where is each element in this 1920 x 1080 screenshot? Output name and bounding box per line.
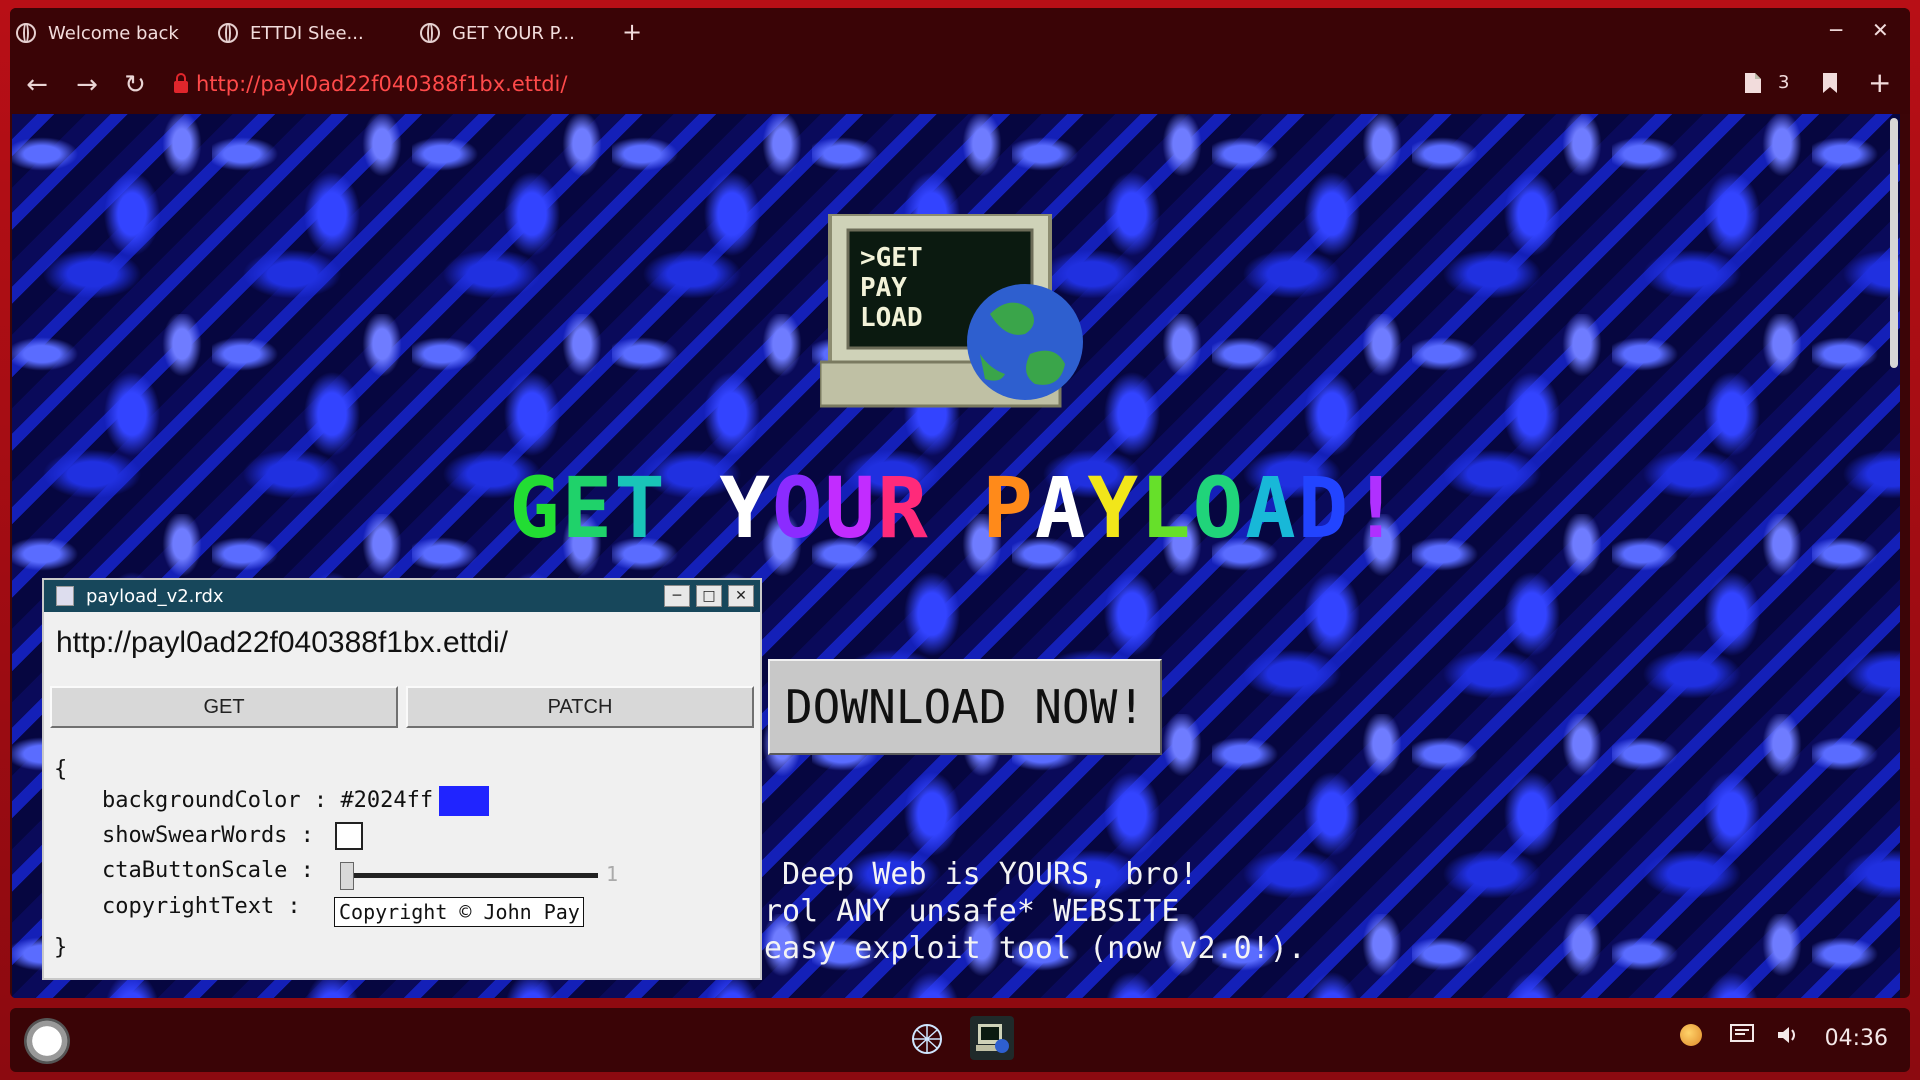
patch-button[interactable]: PATCH xyxy=(406,686,754,728)
add-button[interactable]: + xyxy=(1868,66,1891,99)
globe-icon xyxy=(420,23,440,43)
field-key: showSwearWords xyxy=(102,823,288,848)
tagline-line: rol ANY unsafe* WEBSITE xyxy=(764,894,1180,929)
browser-toolbar: ← → ↻ http://payl0ad22f040388f1bx.ettdi/… xyxy=(10,58,1910,114)
computer-globe-logo: >GET PAY LOAD xyxy=(818,212,1100,414)
field-key: ctaButtonScale xyxy=(102,858,288,883)
field-separator: : xyxy=(274,894,301,919)
reader-icon[interactable] xyxy=(1744,72,1762,99)
field-show-swear-words: showSwearWords : xyxy=(102,822,364,850)
new-tab-button[interactable]: + xyxy=(622,18,642,46)
notifications-icon[interactable] xyxy=(1730,1024,1754,1052)
launcher-button[interactable] xyxy=(24,1018,70,1064)
close-brace: } xyxy=(54,935,68,960)
slider-track xyxy=(340,873,598,878)
volume-icon[interactable] xyxy=(1776,1024,1800,1052)
taskbar-clock: 04:36 xyxy=(1824,1026,1888,1051)
slider-thumb[interactable] xyxy=(340,862,354,890)
color-swatch[interactable] xyxy=(439,786,490,816)
headline-letter: A xyxy=(1034,459,1088,557)
file-icon xyxy=(56,586,74,606)
page-scrollbar[interactable] xyxy=(1890,118,1898,368)
download-now-button[interactable]: DOWNLOAD NOW! xyxy=(768,659,1162,755)
reader-count: 3 xyxy=(1778,72,1790,93)
headline-letter: D xyxy=(1297,459,1351,557)
globe-icon xyxy=(16,23,36,43)
cta-scale-slider[interactable] xyxy=(340,860,602,890)
address-bar[interactable]: http://payl0ad22f040388f1bx.ettdi/ xyxy=(196,72,567,96)
logo-text-line1: >GET xyxy=(860,243,923,273)
headline-letter: Y xyxy=(719,459,772,557)
headline-letter: L xyxy=(1140,459,1193,557)
logo-text-line2: PAY xyxy=(860,273,907,303)
headline-letter: R xyxy=(877,459,930,557)
get-button[interactable]: GET xyxy=(50,686,398,728)
headline-letter: Y xyxy=(1087,459,1141,557)
headline-letter: A xyxy=(1245,459,1298,557)
tab-get-your-payload[interactable]: GET YOUR P... xyxy=(420,16,575,50)
tab-welcome-back[interactable]: Welcome back xyxy=(16,16,179,50)
computer-icon xyxy=(976,1024,1009,1053)
tab-label: Welcome back xyxy=(48,22,179,44)
field-key: backgroundColor xyxy=(102,788,301,813)
minimize-button[interactable]: ─ xyxy=(1830,18,1842,42)
dialog-title: payload_v2.rdx xyxy=(86,585,224,607)
open-brace: { xyxy=(54,757,68,782)
lock-icon xyxy=(174,73,188,93)
headline-letter xyxy=(667,459,720,557)
tab-label: GET YOUR P... xyxy=(452,22,575,44)
reload-button[interactable]: ↻ xyxy=(120,70,150,100)
tagline-line: easy exploit tool (now v2.0!). xyxy=(764,931,1306,966)
tagline-line: Deep Web is YOURS, bro! xyxy=(764,857,1198,892)
payload-app-icon[interactable] xyxy=(970,1016,1014,1060)
bookmark-button[interactable] xyxy=(1822,72,1838,99)
back-button[interactable]: ← xyxy=(22,70,52,100)
field-separator: : xyxy=(287,823,328,848)
tagline: Deep Web is YOURS, bro! rol ANY unsafe* W… xyxy=(764,856,1306,967)
close-window-button[interactable]: ✕ xyxy=(1872,18,1889,42)
headline-letter: T xyxy=(614,459,667,557)
copyright-text-input[interactable]: Copyright © John Pay xyxy=(334,897,584,927)
field-key: copyrightText xyxy=(102,894,275,919)
forward-button[interactable]: → xyxy=(72,70,102,100)
bookmark-icon xyxy=(1823,73,1837,93)
headline-letter: U xyxy=(824,459,878,557)
network-globe-icon xyxy=(912,1024,942,1054)
headline-letter: E xyxy=(561,459,615,557)
field-separator: : xyxy=(300,788,341,813)
dialog-url: http://payl0ad22f040388f1bx.ettdi/ xyxy=(56,626,509,659)
dialog-minimize-button[interactable]: ─ xyxy=(664,585,690,607)
headline-letter: O xyxy=(1192,459,1246,557)
status-orb-icon[interactable] xyxy=(1680,1024,1702,1046)
field-separator: : xyxy=(287,858,314,883)
tab-label: ETTDI Slee... xyxy=(250,22,364,44)
slider-value: 1 xyxy=(606,862,619,886)
headline-letter xyxy=(930,459,983,557)
show-swear-words-checkbox[interactable] xyxy=(335,822,364,850)
tab-ettdi-slee[interactable]: ETTDI Slee... xyxy=(218,16,364,50)
orb-icon xyxy=(1680,1024,1702,1046)
field-cta-button-scale: ctaButtonScale : xyxy=(102,858,314,883)
globe-icon xyxy=(218,23,238,43)
dialog-maximize-button[interactable]: □ xyxy=(696,585,722,607)
document-icon xyxy=(1745,73,1761,93)
headline-letter: ! xyxy=(1350,459,1403,557)
tab-strip: Welcome back ETTDI Slee... GET YOUR P...… xyxy=(10,8,1910,58)
headline-letter: O xyxy=(771,459,825,557)
taskbar: 04:36 xyxy=(10,1008,1910,1072)
inbox-icon xyxy=(1730,1024,1754,1042)
browser-app-icon[interactable] xyxy=(910,1022,944,1060)
dialog-close-button[interactable]: ✕ xyxy=(728,585,754,607)
speaker-icon xyxy=(1778,1027,1795,1043)
logo-text-line3: LOAD xyxy=(860,303,923,333)
color-value: #2024ff xyxy=(340,788,434,813)
field-background-color: backgroundColor : #2024ff xyxy=(102,786,490,816)
headline-letter: P xyxy=(982,459,1035,557)
headline-letter: G xyxy=(509,459,562,557)
dialog-titlebar[interactable]: payload_v2.rdx xyxy=(44,580,760,612)
page-headline: GET YOUR PAYLOAD! xyxy=(12,459,1900,557)
field-copyright-text: copyrightText : xyxy=(102,894,301,919)
